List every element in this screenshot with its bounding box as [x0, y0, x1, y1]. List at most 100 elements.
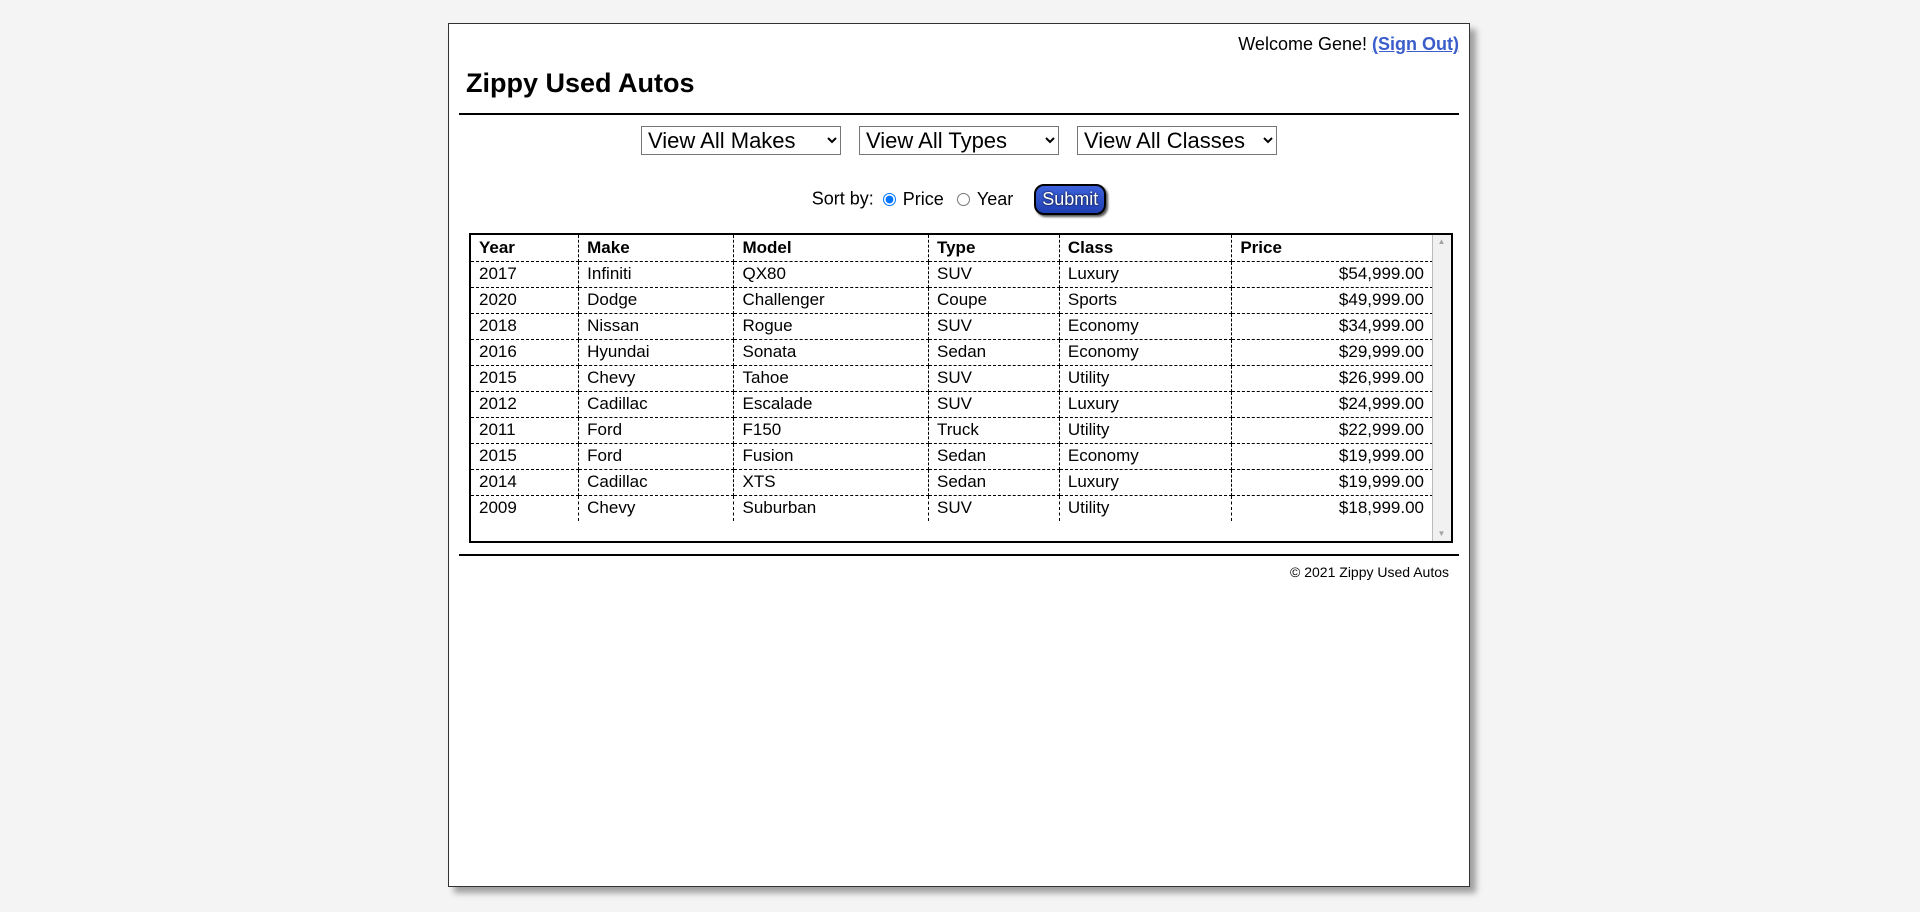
cell-price: $54,999.00 [1231, 260, 1433, 288]
cell-year: 2015 [471, 364, 580, 392]
cell-class: Luxury [1058, 468, 1233, 496]
inventory-table-container[interactable]: Year Make Model Type Class Price 2017 Infiniti… [469, 233, 1453, 543]
cell-type: SUV [927, 260, 1060, 288]
cell-type: Sedan [927, 468, 1060, 496]
cell-make: Cadillac [578, 468, 735, 496]
table-row: 2011 Ford F150 Truck Utility $22,999.00 [471, 416, 1433, 444]
scroll-down-arrow-icon[interactable]: ▼ [1433, 527, 1450, 541]
cell-model: Challenger [733, 286, 929, 314]
cell-type: Sedan [927, 442, 1060, 470]
cell-year: 2020 [471, 286, 580, 314]
cell-model: Tahoe [733, 364, 929, 392]
filter-bar: View All Makes View All Types View All C… [449, 126, 1469, 155]
sort-bar: Sort by: Price Year Submit [449, 184, 1469, 215]
cell-model: Escalade [733, 390, 929, 418]
scroll-up-arrow-icon[interactable]: ▲ [1433, 235, 1450, 249]
footer-copyright: © 2021 Zippy Used Autos [1290, 564, 1449, 580]
cell-type: Sedan [927, 338, 1060, 366]
cell-make: Chevy [578, 364, 735, 392]
cell-make: Nissan [578, 312, 735, 340]
cell-model: QX80 [733, 260, 929, 288]
column-header-model: Model [733, 235, 929, 262]
cell-type: Coupe [927, 286, 1060, 314]
sort-label: Sort by: [811, 188, 874, 209]
page-container: Welcome Gene! (Sign Out) Zippy Used Auto… [448, 23, 1470, 887]
welcome-text: Welcome Gene! [1238, 34, 1367, 54]
cell-class: Utility [1058, 416, 1233, 444]
table-scrollbar[interactable]: ▲ ▼ [1432, 235, 1451, 541]
sign-out-link[interactable]: (Sign Out) [1372, 34, 1459, 54]
cell-model: XTS [733, 468, 929, 496]
table-row: 2017 Infiniti QX80 SUV Luxury $54,999.00 [471, 260, 1433, 288]
header-divider [459, 113, 1459, 115]
cell-model: Fusion [733, 442, 929, 470]
cell-price: $19,999.00 [1231, 442, 1433, 470]
cell-class: Economy [1058, 338, 1233, 366]
cell-price: $18,999.00 [1231, 494, 1433, 521]
welcome-area: Welcome Gene! (Sign Out) [1238, 34, 1459, 55]
table-row: 2012 Cadillac Escalade SUV Luxury $24,999.00 [471, 390, 1433, 418]
cell-type: Truck [927, 416, 1060, 444]
cell-make: Hyundai [578, 338, 735, 366]
table-row: 2014 Cadillac XTS Sedan Luxury $19,999.00 [471, 468, 1433, 496]
cell-year: 2011 [471, 416, 580, 444]
column-header-class: Class [1058, 235, 1233, 262]
cell-year: 2015 [471, 442, 580, 470]
cell-class: Economy [1058, 442, 1233, 470]
scroll-thumb[interactable] [1436, 251, 1447, 523]
cell-year: 2012 [471, 390, 580, 418]
inventory-table: Year Make Model Type Class Price 2017 Infiniti… [471, 235, 1433, 521]
table-row: 2015 Ford Fusion Sedan Economy $19,999.00 [471, 442, 1433, 470]
cell-type: SUV [927, 312, 1060, 340]
sort-year-label[interactable]: Year [977, 189, 1013, 209]
table-body: 2017 Infiniti QX80 SUV Luxury $54,999.00 2020 D… [471, 260, 1433, 521]
cell-year: 2009 [471, 494, 580, 521]
column-header-year: Year [471, 235, 580, 262]
table-row: 2015 Chevy Tahoe SUV Utility $26,999.00 [471, 364, 1433, 392]
cell-class: Utility [1058, 364, 1233, 392]
column-header-make: Make [578, 235, 735, 262]
table-row: 2020 Dodge Challenger Coupe Sports $49,999.00 [471, 286, 1433, 314]
table-row: 2018 Nissan Rogue SUV Economy $34,999.00 [471, 312, 1433, 340]
sort-price-label[interactable]: Price [903, 189, 944, 209]
table-row: 2016 Hyundai Sonata Sedan Economy $29,999.00 [471, 338, 1433, 366]
cell-make: Dodge [578, 286, 735, 314]
site-title: Zippy Used Autos [466, 68, 695, 98]
footer-divider [459, 554, 1459, 556]
cell-make: Cadillac [578, 390, 735, 418]
cell-price: $34,999.00 [1231, 312, 1433, 340]
cell-price: $49,999.00 [1231, 286, 1433, 314]
cell-model: F150 [733, 416, 929, 444]
cell-price: $29,999.00 [1231, 338, 1433, 366]
cell-year: 2014 [471, 468, 580, 496]
cell-class: Utility [1058, 494, 1233, 521]
cell-class: Sports [1058, 286, 1233, 314]
column-header-type: Type [927, 235, 1060, 262]
table-row: 2009 Chevy Suburban SUV Utility $18,999.00 [471, 494, 1433, 521]
cell-type: SUV [927, 390, 1060, 418]
sort-year-radio[interactable] [956, 193, 970, 206]
cell-type: SUV [927, 364, 1060, 392]
column-header-price: Price [1231, 235, 1433, 262]
cell-price: $22,999.00 [1231, 416, 1433, 444]
makes-select[interactable]: View All Makes [641, 126, 841, 155]
cell-year: 2018 [471, 312, 580, 340]
cell-year: 2017 [471, 260, 580, 288]
cell-make: Chevy [578, 494, 735, 521]
table-header-row: Year Make Model Type Class Price [471, 235, 1433, 262]
cell-model: Rogue [733, 312, 929, 340]
cell-model: Sonata [733, 338, 929, 366]
cell-make: Ford [578, 442, 735, 470]
classes-select[interactable]: View All Classes [1077, 126, 1277, 155]
cell-make: Infiniti [578, 260, 735, 288]
sort-price-radio[interactable] [882, 193, 896, 206]
cell-class: Economy [1058, 312, 1233, 340]
cell-price: $26,999.00 [1231, 364, 1433, 392]
cell-price: $24,999.00 [1231, 390, 1433, 418]
types-select[interactable]: View All Types [859, 126, 1059, 155]
cell-year: 2016 [471, 338, 580, 366]
cell-model: Suburban [733, 494, 929, 521]
submit-button[interactable]: Submit [1034, 184, 1107, 215]
cell-price: $19,999.00 [1231, 468, 1433, 496]
cell-type: SUV [927, 494, 1060, 521]
